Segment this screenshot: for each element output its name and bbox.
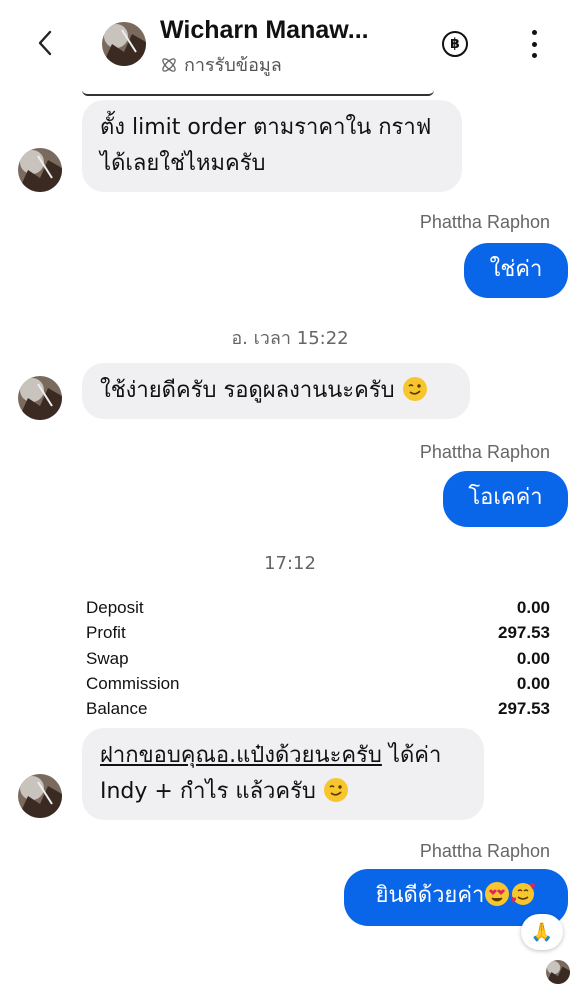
report-row: Profit 297.53 <box>86 620 550 645</box>
message-text-line: ได้เลยใช่ไหมครับ <box>100 151 266 176</box>
atom-icon <box>162 57 176 72</box>
contact-avatar[interactable] <box>102 22 146 66</box>
report-label: Commission <box>86 673 180 693</box>
heart-eyes-icon <box>485 882 510 906</box>
message-outgoing[interactable]: โอเคค่า <box>443 471 568 527</box>
report-value: 0.00 <box>516 598 550 617</box>
message-text: ใช้ง่ายดีครับ รอดูผลงานนะครับ <box>100 378 395 403</box>
timestamp: 17:12 <box>264 553 316 574</box>
report-label: Balance <box>86 699 148 719</box>
message-incoming[interactable]: ใช้ง่ายดีครับ รอดูผลงานนะครับ <box>82 363 470 419</box>
sender-avatar[interactable] <box>18 148 62 192</box>
message-text-underlined[interactable]: ฝากขอบคุณอ.แป๋งด้วยนะครับ <box>100 743 382 768</box>
message-text-line: ตั้ง limit order ตามราคาใน กราฟ <box>100 115 432 140</box>
message-text: ยินดีด้วยค่า <box>375 883 485 908</box>
sender-avatar[interactable] <box>18 376 62 420</box>
back-button[interactable] <box>30 28 60 58</box>
report-row: Swap 0.00 <box>86 646 550 671</box>
folded-hands-icon: 🙏 <box>530 921 554 943</box>
report-value: 297.53 <box>498 623 550 643</box>
report-value: 0.00 <box>516 648 550 668</box>
timestamp: อ. เวลา 15:22 <box>231 328 349 349</box>
chevron-left-icon <box>38 30 52 56</box>
message-incoming[interactable]: ฝากขอบคุณอ.แป๋งด้วยนะครับ ได้ค่า Indy + … <box>82 728 484 820</box>
baht-icon[interactable]: ฿ <box>442 31 468 57</box>
seen-avatar <box>546 960 570 984</box>
status-text: การรับข้อมูล <box>184 55 282 76</box>
report-value: 0.00 <box>516 673 550 693</box>
winking-face-icon <box>402 377 427 401</box>
report-row: Commission 0.00 <box>86 671 550 696</box>
message-text-line: Indy + กำไร แล้วครับ <box>100 779 316 804</box>
message-outgoing[interactable]: ใช่ค่า <box>464 243 568 298</box>
sender-name: Phattha Raphon <box>419 841 550 861</box>
previous-attachment-edge <box>82 90 434 96</box>
reaction-badge[interactable]: 🙏 <box>521 914 563 950</box>
more-vertical-icon[interactable] <box>524 30 544 58</box>
message-incoming[interactable]: ตั้ง limit order ตามราคาใน กราฟ ได้เลยใช… <box>82 100 462 192</box>
report-label: Deposit <box>86 598 144 617</box>
message-text: ได้ค่า <box>381 743 442 768</box>
sender-name: Phattha Raphon <box>419 442 550 462</box>
chat-header: Wicharn Manaw... การรับข้อมูล ฿ <box>0 0 580 90</box>
report-row: Balance 297.53 <box>86 696 550 721</box>
smiling-hearts-icon <box>511 883 536 905</box>
sender-name: Phattha Raphon <box>419 212 550 232</box>
report-value: 297.53 <box>498 699 550 719</box>
trade-report[interactable]: Deposit 0.00 Profit 297.53 Swap 0.00 Commis… <box>86 595 550 721</box>
report-label: Swap <box>86 648 129 668</box>
contact-name[interactable]: Wicharn Manaw... <box>160 16 369 45</box>
winking-face-icon <box>323 778 348 802</box>
report-row: Deposit 0.00 <box>86 595 550 620</box>
status-line: การรับข้อมูล <box>160 50 282 79</box>
sender-avatar[interactable] <box>18 774 62 818</box>
report-label: Profit <box>86 623 126 643</box>
